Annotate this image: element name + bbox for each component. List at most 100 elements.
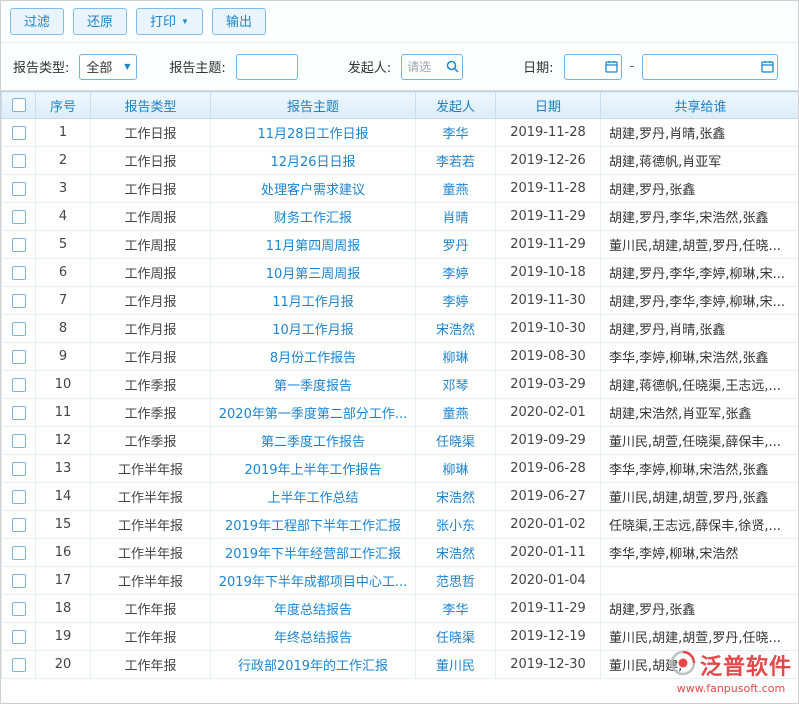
report-subject-link[interactable]: 处理客户需求建议 [211, 175, 416, 203]
report-subject-link[interactable]: 年度总结报告 [211, 595, 416, 623]
report-subject-link[interactable]: 8月份工作报告 [211, 343, 416, 371]
table-row: 5工作周报11月第四周周报罗丹2019-11-29董川民,胡建,胡萱,罗丹,任晓… [2, 231, 799, 259]
row-checkbox[interactable] [12, 518, 26, 532]
row-checkbox[interactable] [12, 658, 26, 672]
row-checkbox[interactable] [12, 350, 26, 364]
column-header[interactable]: 日期 [496, 92, 601, 119]
table-row: 14工作半年报上半年工作总结宋浩然2019-06-27董川民,胡建,胡萱,罗丹,… [2, 483, 799, 511]
shared-with: 李华,李婷,柳琳,宋浩然,张鑫 [601, 343, 799, 371]
initiator-link[interactable]: 李华 [416, 119, 496, 147]
initiator-link[interactable]: 柳琳 [416, 343, 496, 371]
row-checkbox[interactable] [12, 434, 26, 448]
column-header[interactable]: 报告类型 [91, 92, 211, 119]
report-subject-link[interactable]: 11月工作月报 [211, 287, 416, 315]
row-checkbox[interactable] [12, 378, 26, 392]
shared-with: 胡建,蒋德帆,任晓渠,王志远,... [601, 371, 799, 399]
table-row: 13工作半年报2019年上半年工作报告柳琳2019-06-28李华,李婷,柳琳,… [2, 455, 799, 483]
row-checkbox[interactable] [12, 630, 26, 644]
report-subject-link[interactable]: 2019年下半年经营部工作汇报 [211, 539, 416, 567]
report-subject-link[interactable]: 2019年上半年工作报告 [211, 455, 416, 483]
row-checkbox-cell [2, 287, 36, 315]
report-type-label: 报告类型: [13, 57, 69, 76]
report-type: 工作年报 [91, 595, 211, 623]
column-header[interactable]: 共享给谁 [601, 92, 799, 119]
row-number: 20 [36, 651, 91, 679]
report-type-select[interactable]: 全部 ▼ [79, 54, 137, 80]
report-subject-link[interactable]: 11月28日工作日报 [211, 119, 416, 147]
shared-with: 胡建,罗丹,李华,宋浩然,张鑫 [601, 203, 799, 231]
report-subject-link[interactable]: 第一季度报告 [211, 371, 416, 399]
row-checkbox[interactable] [12, 546, 26, 560]
report-type: 工作半年报 [91, 455, 211, 483]
column-header[interactable]: 报告主题 [211, 92, 416, 119]
row-checkbox[interactable] [12, 602, 26, 616]
report-date: 2019-09-29 [496, 427, 601, 455]
initiator-link[interactable]: 柳琳 [416, 455, 496, 483]
report-type: 工作半年报 [91, 483, 211, 511]
shared-with: 胡建,罗丹,张鑫 [601, 595, 799, 623]
initiator-link[interactable]: 童燕 [416, 399, 496, 427]
report-subject-link[interactable]: 第二季度工作报告 [211, 427, 416, 455]
initiator-link[interactable]: 宋浩然 [416, 315, 496, 343]
initiator-link[interactable]: 董川民 [416, 651, 496, 679]
initiator-link[interactable]: 李婷 [416, 287, 496, 315]
report-subject-link[interactable]: 上半年工作总结 [211, 483, 416, 511]
report-subject-link[interactable]: 行政部2019年的工作汇报 [211, 651, 416, 679]
column-header[interactable]: 序号 [36, 92, 91, 119]
row-checkbox[interactable] [12, 126, 26, 140]
report-subject-link[interactable]: 10月第三周周报 [211, 259, 416, 287]
row-checkbox[interactable] [12, 490, 26, 504]
row-checkbox[interactable] [12, 574, 26, 588]
row-checkbox[interactable] [12, 266, 26, 280]
print-button[interactable]: 打印 ▼ [136, 8, 203, 35]
report-date: 2020-01-04 [496, 567, 601, 595]
subject-input[interactable] [236, 54, 298, 80]
date-to-input[interactable] [642, 54, 778, 80]
initiator-filter: 发起人: [348, 54, 463, 80]
export-button[interactable]: 输出 [212, 8, 266, 35]
row-checkbox[interactable] [12, 210, 26, 224]
select-all-checkbox[interactable] [12, 98, 26, 112]
report-subject-link[interactable]: 年终总结报告 [211, 623, 416, 651]
row-checkbox[interactable] [12, 406, 26, 420]
initiator-link[interactable]: 宋浩然 [416, 483, 496, 511]
initiator-link[interactable]: 李华 [416, 595, 496, 623]
restore-button[interactable]: 还原 [73, 8, 127, 35]
initiator-link[interactable]: 李若若 [416, 147, 496, 175]
initiator-link[interactable]: 任晓渠 [416, 427, 496, 455]
row-number: 6 [36, 259, 91, 287]
table-row: 17工作半年报2019年下半年成都项目中心工...范思哲2020-01-04 [2, 567, 799, 595]
report-subject-link[interactable]: 2019年下半年成都项目中心工... [211, 567, 416, 595]
initiator-link[interactable]: 张小东 [416, 511, 496, 539]
row-checkbox[interactable] [12, 182, 26, 196]
report-subject-link[interactable]: 10月工作月报 [211, 315, 416, 343]
column-header[interactable]: 发起人 [416, 92, 496, 119]
table-row: 8工作月报10月工作月报宋浩然2019-10-30胡建,罗丹,肖晴,张鑫 [2, 315, 799, 343]
initiator-link[interactable]: 李婷 [416, 259, 496, 287]
initiator-link[interactable]: 童燕 [416, 175, 496, 203]
filter-button[interactable]: 过滤 [10, 8, 64, 35]
initiator-link[interactable]: 邓琴 [416, 371, 496, 399]
row-checkbox[interactable] [12, 462, 26, 476]
initiator-link[interactable]: 范思哲 [416, 567, 496, 595]
initiator-link[interactable]: 任晓渠 [416, 623, 496, 651]
row-checkbox[interactable] [12, 294, 26, 308]
shared-with: 董川民,胡萱,任晓渠,薛保丰,... [601, 427, 799, 455]
initiator-link[interactable]: 罗丹 [416, 231, 496, 259]
report-subject-link[interactable]: 11月第四周周报 [211, 231, 416, 259]
print-button-label: 打印 [150, 15, 176, 28]
report-subject-link[interactable]: 财务工作汇报 [211, 203, 416, 231]
calendar-icon[interactable] [761, 60, 774, 73]
report-subject-link[interactable]: 12月26日日报 [211, 147, 416, 175]
initiator-link[interactable]: 肖晴 [416, 203, 496, 231]
calendar-icon[interactable] [605, 60, 618, 73]
report-subject-link[interactable]: 2019年工程部下半年工作汇报 [211, 511, 416, 539]
restore-button-label: 还原 [87, 15, 113, 28]
initiator-link[interactable]: 宋浩然 [416, 539, 496, 567]
search-icon[interactable] [446, 60, 459, 73]
row-checkbox[interactable] [12, 238, 26, 252]
row-checkbox[interactable] [12, 322, 26, 336]
row-number: 13 [36, 455, 91, 483]
row-checkbox[interactable] [12, 154, 26, 168]
report-subject-link[interactable]: 2020年第一季度第二部分工作... [211, 399, 416, 427]
